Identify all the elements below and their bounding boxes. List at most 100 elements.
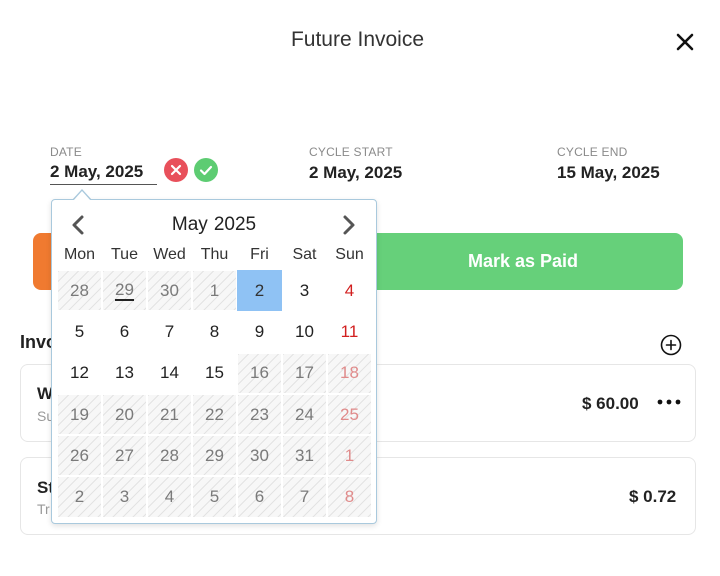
calendar-day: 1 <box>192 270 237 312</box>
calendar-days-grid: 28 29 30 1 2 3 4 5 6 7 8 9 10 11 12 13 14 15 16 17 18 19 20 21 2… <box>57 270 372 518</box>
page-title: Future Invoice <box>290 28 425 51</box>
calendar-day-number: 22 <box>205 404 224 424</box>
weekday-label: Tue <box>111 246 138 263</box>
calendar-day-number: 12 <box>70 363 89 383</box>
calendar-day[interactable]: 14 <box>147 353 192 394</box>
calendar-day: 2 <box>57 476 102 518</box>
calendar-day[interactable]: 8 <box>192 311 237 352</box>
calendar-day[interactable]: 5 <box>57 311 102 352</box>
calendar-day-number: 15 <box>205 363 224 383</box>
calendar-day-number: 28 <box>160 445 179 465</box>
calendar-day[interactable]: 3 <box>282 270 327 311</box>
calendar-day-number: 25 <box>340 404 359 424</box>
plus-circle-icon[interactable] <box>660 334 682 356</box>
calendar-day: 3 <box>102 476 147 518</box>
date-label: DATE <box>50 145 82 159</box>
calendar-day: 18 <box>327 352 372 394</box>
calendar-day-number: 17 <box>295 363 314 383</box>
date-input[interactable]: 2 May, 2025 <box>50 160 157 185</box>
calendar-day-number: 2 <box>74 487 85 507</box>
calendar-day-number: 5 <box>74 321 85 341</box>
calendar-day[interactable]: 13 <box>102 353 147 394</box>
weekday-label: Wed <box>153 246 186 263</box>
calendar-day: 6 <box>237 476 282 518</box>
calendar-day-number: 26 <box>70 445 89 465</box>
calendar-day: 26 <box>57 435 102 477</box>
calendar-day[interactable]: 7 <box>147 311 192 352</box>
calendar-day: 17 <box>282 352 327 394</box>
weekday-label: Thu <box>200 246 229 263</box>
calendar-day-number: 7 <box>299 487 310 507</box>
calendar-day: 30 <box>147 270 192 312</box>
calendar-day-number: 24 <box>295 404 314 424</box>
calendar-day-number: 8 <box>344 487 355 507</box>
calendar-day[interactable]: 10 <box>282 311 327 352</box>
calendar-day: 5 <box>192 476 237 518</box>
calendar-day: 23 <box>237 393 282 436</box>
item-amount: $ 0.72 <box>629 487 677 506</box>
calendar-day-number: 11 <box>340 321 359 341</box>
calendar-day: 28 <box>57 270 102 312</box>
item-subtitle: Tr <box>37 501 50 517</box>
calendar-day-number: 4 <box>164 487 175 507</box>
calendar-day-number: 3 <box>119 487 130 507</box>
weekday-label: Sun <box>335 246 364 263</box>
calendar-day[interactable]: 11 <box>327 311 372 352</box>
calendar-day-number: 1 <box>344 445 355 465</box>
calendar-day-number: 9 <box>254 321 265 341</box>
more-horizontal-icon[interactable] <box>657 394 681 405</box>
x-circle-icon <box>170 164 182 176</box>
close-icon[interactable] <box>674 31 696 53</box>
calendar-day-selected[interactable]: 2 <box>237 270 282 312</box>
confirm-date-button[interactable] <box>194 158 218 182</box>
calendar-day-number: 10 <box>295 321 314 341</box>
calendar-day: 20 <box>102 393 147 436</box>
calendar-day: 22 <box>192 393 237 436</box>
calendar-day-number: 19 <box>70 404 89 424</box>
cancel-date-button[interactable] <box>164 158 188 182</box>
calendar-day-number: 3 <box>299 280 310 300</box>
calendar-day[interactable]: 9 <box>237 311 282 352</box>
check-circle-icon <box>199 165 213 176</box>
calendar-day[interactable]: 6 <box>102 311 147 352</box>
weekday-label: Fri <box>250 246 269 263</box>
calendar-day: 25 <box>327 393 372 436</box>
calendar-day: 8 <box>327 476 372 518</box>
calendar-day-number: 6 <box>119 321 130 341</box>
weekday-label: Mon <box>63 246 96 263</box>
calendar-month: May <box>171 214 208 235</box>
chevron-right-icon[interactable] <box>339 214 359 236</box>
calendar-day-number: 31 <box>295 445 314 465</box>
calendar-day-number: 14 <box>160 363 179 383</box>
calendar-day-number: 13 <box>115 363 134 383</box>
calendar-day[interactable]: 15 <box>192 353 237 394</box>
calendar-day-number: 23 <box>250 404 269 424</box>
calendar-day-number: 8 <box>209 321 220 341</box>
calendar-day: 21 <box>147 393 192 436</box>
calendar-day-number: 20 <box>115 404 134 424</box>
calendar-day-number: 16 <box>250 363 269 383</box>
calendar-day-number: 27 <box>115 445 134 465</box>
calendar-day-number: 29 <box>205 445 224 465</box>
calendar-day: 16 <box>237 352 282 394</box>
calendar-day: 27 <box>102 435 147 477</box>
calendar-day: 1 <box>327 435 372 477</box>
calendar-day: 24 <box>282 393 327 436</box>
calendar-day[interactable]: 12 <box>57 353 102 394</box>
weekday-header: Mon Tue Wed Thu Fri Sat Sun <box>57 246 372 264</box>
calendar-day-number: 18 <box>340 363 359 383</box>
calendar-month-year: May 2025 <box>52 214 376 236</box>
mark-as-paid-button[interactable]: Mark as Paid <box>363 233 683 290</box>
calendar-day-number: 2 <box>254 280 265 300</box>
calendar-day[interactable]: 4 <box>327 270 372 311</box>
date-picker-calendar: May 2025 Mon Tue Wed Thu Fri Sat Sun 28 29… <box>51 199 377 524</box>
calendar-day-number: 7 <box>164 321 175 341</box>
cycle-start-value: 2 May, 2025 <box>309 163 403 182</box>
calendar-year: 2025 <box>213 214 257 235</box>
calendar-caret-fill <box>73 191 91 201</box>
calendar-day: 7 <box>282 476 327 518</box>
calendar-day: 19 <box>57 393 102 436</box>
weekday-label: Sat <box>292 246 317 263</box>
calendar-day-number: 30 <box>160 280 179 300</box>
calendar-day-number: 4 <box>344 280 355 300</box>
